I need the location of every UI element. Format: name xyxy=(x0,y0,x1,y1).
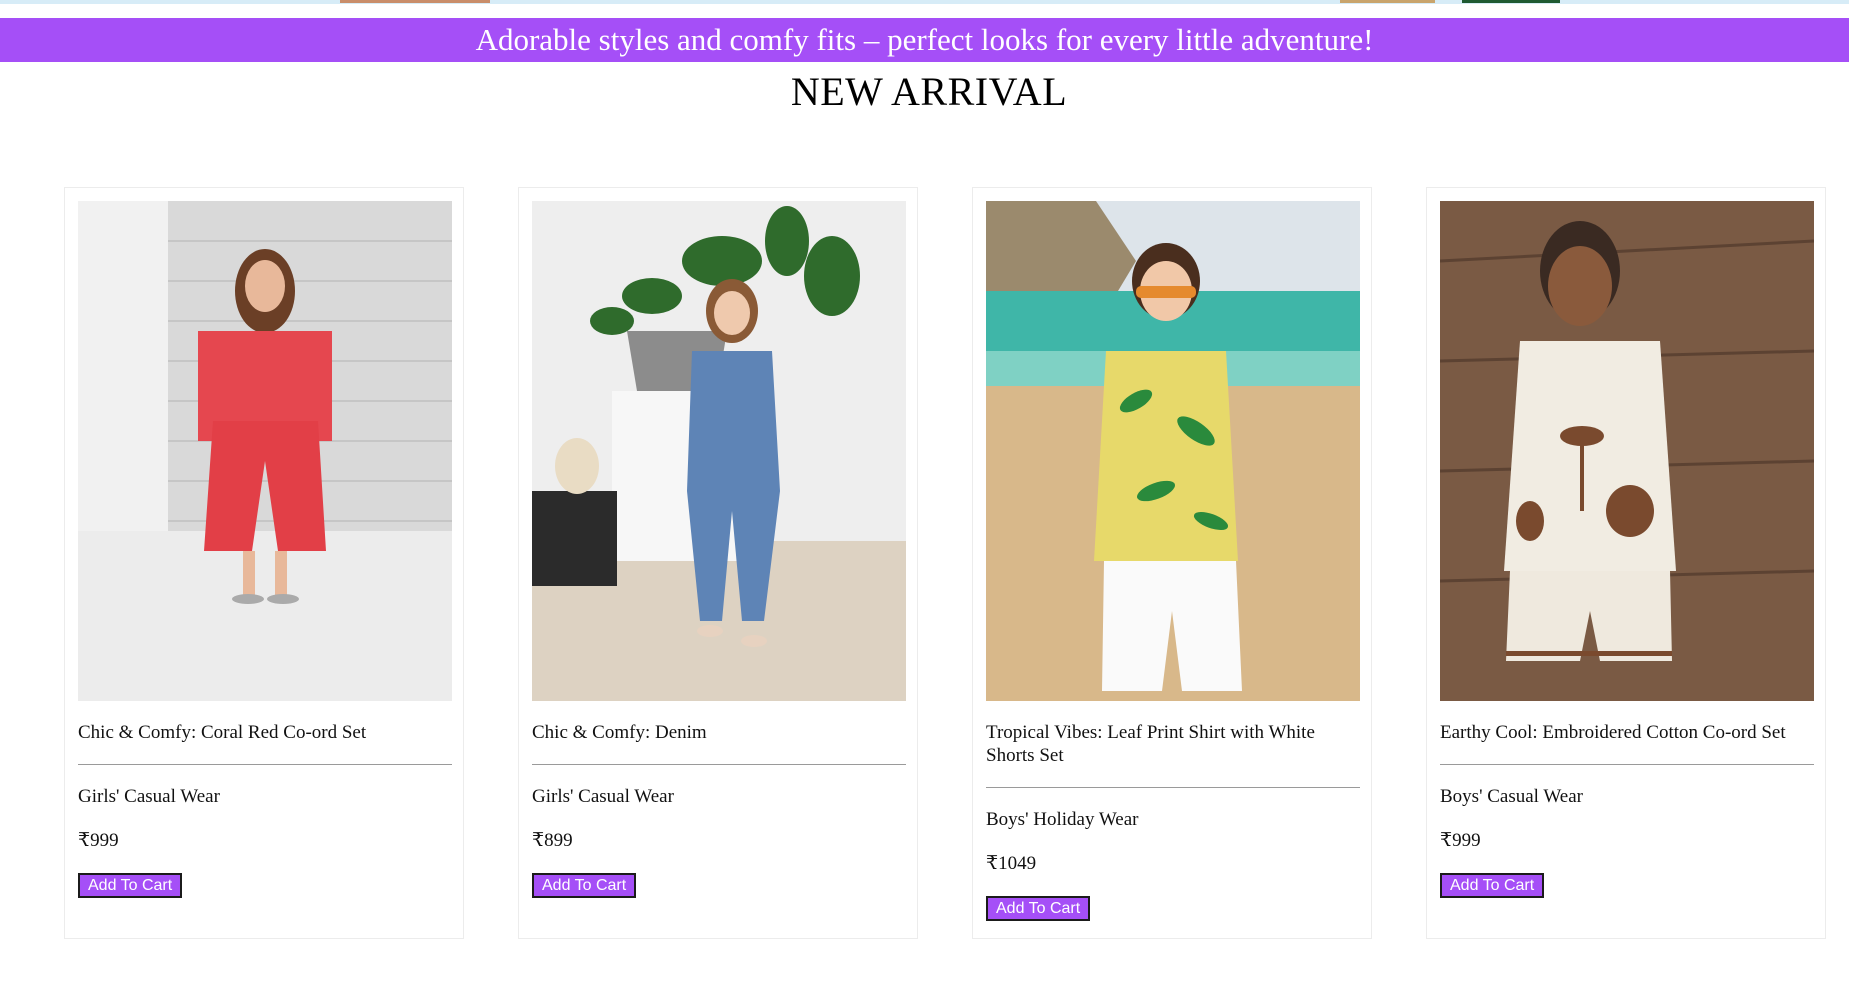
add-to-cart-button[interactable]: Add To Cart xyxy=(78,873,183,898)
product-image[interactable] xyxy=(986,201,1360,701)
product-category: Boys' Casual Wear xyxy=(1440,786,1583,807)
add-to-cart-button[interactable]: Add To Cart xyxy=(1440,873,1545,898)
top-image-strip xyxy=(0,0,1849,4)
banner-image-edge xyxy=(340,0,490,3)
divider xyxy=(532,764,906,765)
product-price: ₹999 xyxy=(78,830,119,851)
product-name[interactable]: Chic & Comfy: Coral Red Co-ord Set xyxy=(78,721,452,744)
product-price: ₹1049 xyxy=(986,853,1037,874)
add-to-cart-button[interactable]: Add To Cart xyxy=(532,873,637,898)
product-image[interactable] xyxy=(78,201,452,701)
product-name[interactable]: Earthy Cool: Embroidered Cotton Co-ord S… xyxy=(1440,721,1814,744)
divider xyxy=(1440,764,1814,765)
product-card: Chic & Comfy: Coral Red Co-ord Set Girls… xyxy=(64,187,464,939)
girl-in-coral-red-coord-set-photo xyxy=(78,201,452,701)
product-card: Earthy Cool: Embroidered Cotton Co-ord S… xyxy=(1426,187,1826,939)
product-category: Girls' Casual Wear xyxy=(78,786,220,807)
banner-image-edge xyxy=(1462,0,1560,3)
product-price: ₹899 xyxy=(532,830,573,851)
girl-in-denim-jumpsuit-photo xyxy=(532,201,906,701)
boy-in-leaf-print-shirt-on-beach-photo xyxy=(986,201,1360,701)
product-price: ₹999 xyxy=(1440,830,1481,851)
product-card: Tropical Vibes: Leaf Print Shirt with Wh… xyxy=(972,187,1372,939)
promo-banner: Adorable styles and comfy fits – perfect… xyxy=(0,18,1849,62)
boy-in-embroidered-cotton-set-photo xyxy=(1440,201,1814,701)
product-card: Chic & Comfy: Denim Girls' Casual Wear ₹… xyxy=(518,187,918,939)
add-to-cart-button[interactable]: Add To Cart xyxy=(986,896,1091,921)
product-image[interactable] xyxy=(532,201,906,701)
product-name[interactable]: Chic & Comfy: Denim xyxy=(532,721,906,744)
section-title: NEW ARRIVAL xyxy=(790,69,1068,114)
product-image[interactable] xyxy=(1440,201,1814,701)
banner-image-edge xyxy=(1340,0,1435,3)
divider xyxy=(78,764,452,765)
product-category: Girls' Casual Wear xyxy=(532,786,674,807)
divider xyxy=(986,787,1360,788)
product-category: Boys' Holiday Wear xyxy=(986,809,1139,830)
product-name[interactable]: Tropical Vibes: Leaf Print Shirt with Wh… xyxy=(986,721,1360,767)
